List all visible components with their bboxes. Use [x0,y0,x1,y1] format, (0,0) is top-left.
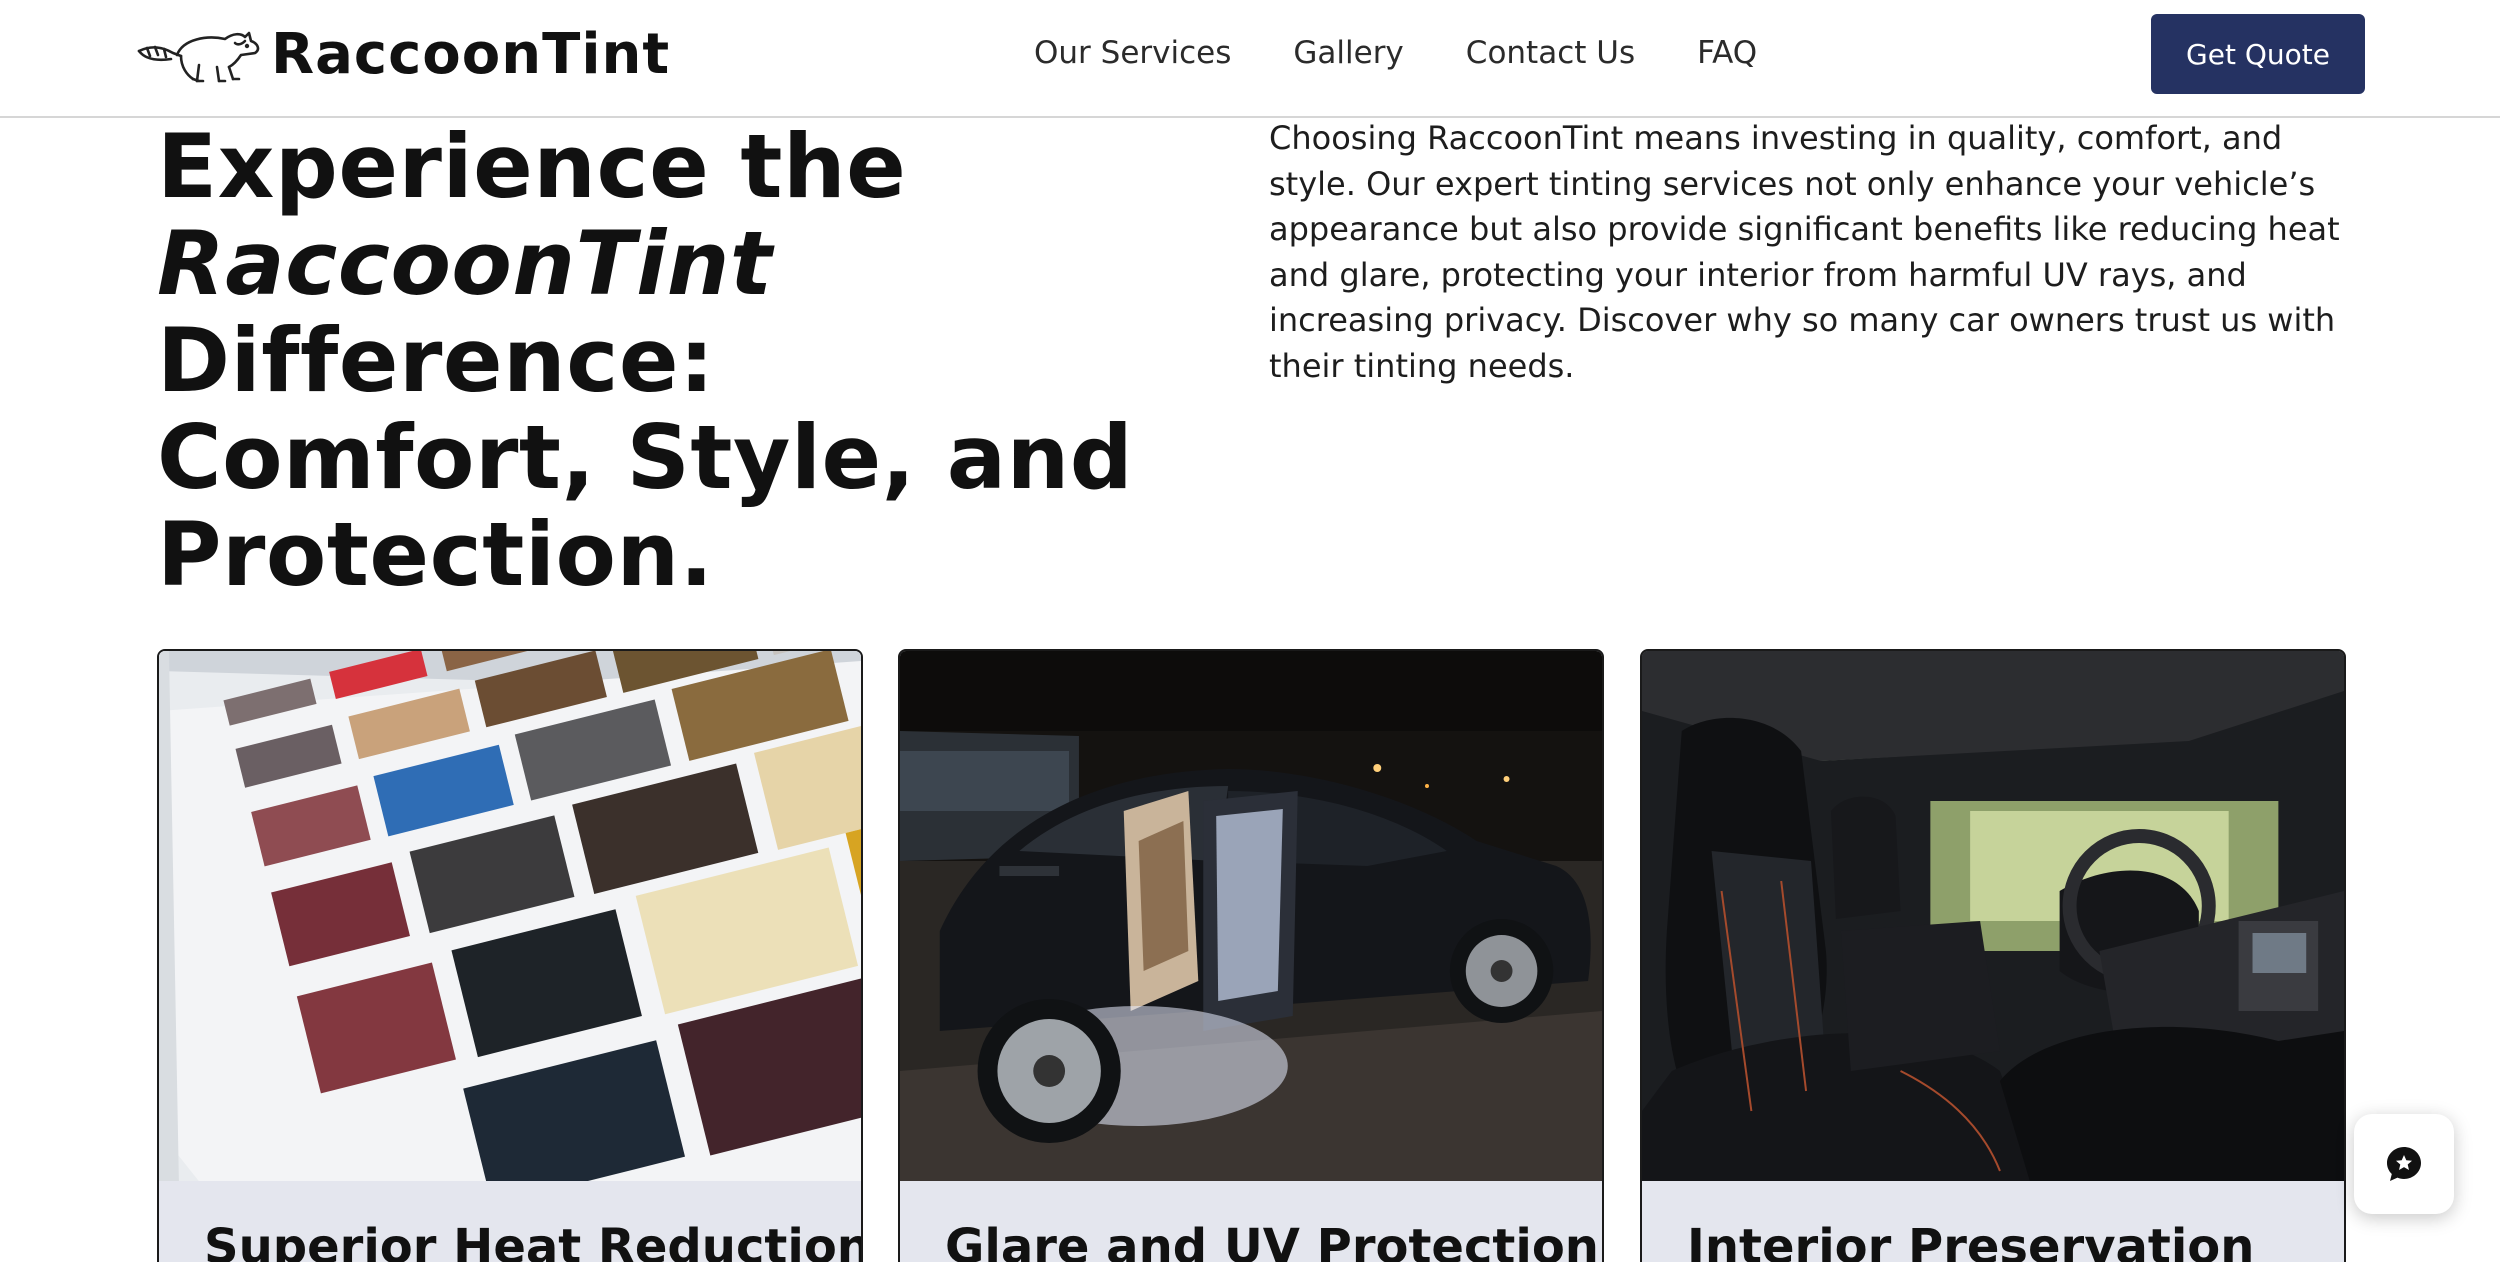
hero-title-brand: RaccoonTint [157,212,773,315]
leather-car-interior-photo [1642,651,2344,1181]
feature-card-heat-reduction[interactable]: Superior Heat Reduction [157,649,863,1262]
nav-link-faq[interactable]: FAQ [1697,30,1757,76]
card-title: Superior Heat Reduction [204,1219,863,1262]
hero-title: Experience the RaccoonTint Difference: C… [157,118,1277,603]
site-header: RaccoonTint Our Services Gallery Contact… [0,0,2500,118]
feature-card-interior-preservation[interactable]: Interior Preservation [1640,649,2346,1262]
hero-title-line4: Protection. [157,503,714,606]
logo[interactable]: RaccoonTint [137,22,670,87]
nav-link-contact-us[interactable]: Contact Us [1466,30,1635,76]
card-title: Interior Preservation [1687,1219,2255,1262]
hero-title-line2: Difference: [157,309,715,412]
get-quote-button[interactable]: Get Quote [2151,14,2365,94]
raccoon-logo-icon [137,31,260,82]
hero-title-line3: Comfort, Style, and [157,406,1134,509]
chat-launcher-button[interactable] [2354,1114,2454,1214]
nav-link-gallery[interactable]: Gallery [1293,30,1403,76]
card-title: Glare and UV Protection [945,1219,1599,1262]
nav-link-our-services[interactable]: Our Services [1034,30,1231,76]
hero-title-line1: Experience the [157,115,907,218]
sedan-open-door-night-photo [900,651,1602,1181]
chat-bubble-icon [2387,1147,2421,1181]
tint-film-swatches-photo [159,651,861,1181]
hero-description: Choosing RaccoonTint means investing in … [1269,119,2340,385]
feature-card-glare-uv[interactable]: Glare and UV Protection [898,649,1604,1262]
main-nav: Our Services Gallery Contact Us FAQ [1034,30,1757,76]
logo-text: RaccoonTint [271,22,671,87]
